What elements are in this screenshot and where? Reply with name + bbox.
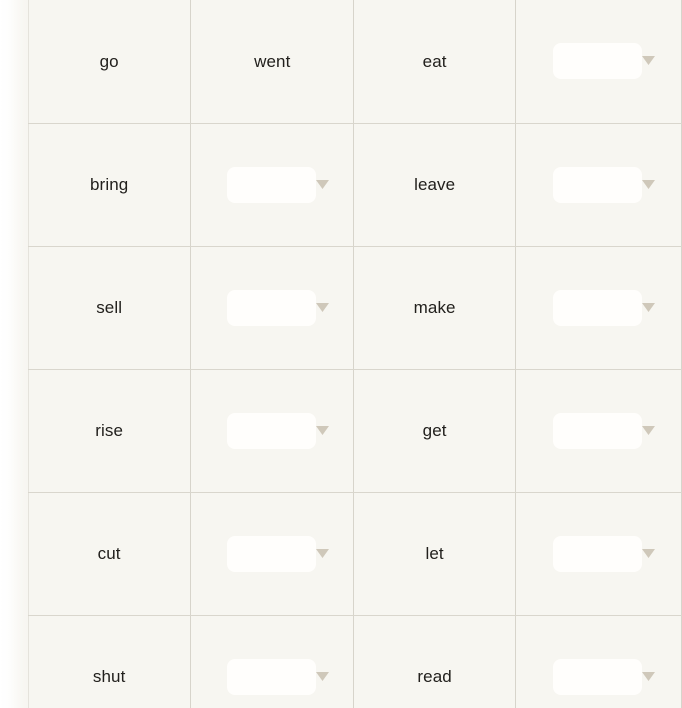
- verb-select-wrapper: [226, 412, 332, 449]
- verb-select-r4-c2[interactable]: [226, 412, 316, 449]
- table-scroll-viewport[interactable]: go went eat bring leave sell make rise get cut let…: [0, 0, 682, 708]
- verb-select-r3-c2[interactable]: [226, 289, 316, 326]
- chevron-down-icon: [640, 52, 657, 69]
- table-cell-select: [190, 615, 355, 708]
- cell-value: let: [425, 544, 444, 563]
- table-cell-select: [515, 615, 682, 708]
- table-cell-text: sell: [28, 246, 192, 370]
- verb-select-r6-c4[interactable]: [553, 658, 643, 695]
- table-cell-select: [190, 123, 355, 247]
- cell-value: go: [99, 51, 119, 71]
- table-cell-select: [515, 0, 682, 124]
- chevron-down-icon: [640, 422, 657, 439]
- verb-select-wrapper: [226, 658, 332, 695]
- verb-select-r3-c4[interactable]: [553, 289, 643, 326]
- table-cell-text: rise: [28, 369, 192, 493]
- table-cell-text: get: [353, 369, 517, 493]
- verb-table-body: go went eat bring leave sell make rise get cut let…: [28, 0, 682, 708]
- table-cell-text: let: [353, 492, 517, 616]
- verb-select-wrapper: [226, 166, 332, 203]
- table-row: bring leave: [28, 123, 682, 247]
- verb-select-r1-c4[interactable]: [553, 43, 643, 80]
- verb-table-page: go went eat bring leave sell make rise get cut let…: [0, 0, 682, 708]
- verb-select-wrapper: [226, 289, 332, 326]
- chevron-down-icon: [314, 176, 331, 193]
- chevron-down-icon: [640, 668, 657, 685]
- cell-value: leave: [414, 175, 456, 194]
- cell-value: get: [422, 421, 447, 440]
- table-row: rise get: [28, 369, 682, 493]
- verb-select-r4-c4[interactable]: [553, 412, 643, 449]
- table-row: go went eat: [28, 0, 682, 124]
- verb-select-r5-c4[interactable]: [553, 535, 643, 572]
- chevron-down-icon: [640, 176, 657, 193]
- verb-select-wrapper: [553, 43, 658, 80]
- verb-select-r6-c2[interactable]: [226, 658, 316, 695]
- chevron-down-icon: [314, 422, 331, 439]
- table-row: sell make: [28, 246, 682, 370]
- verb-select-wrapper: [553, 412, 658, 449]
- verb-select-wrapper: [553, 166, 658, 203]
- table-cell-text: cut: [28, 492, 192, 616]
- verb-select-wrapper: [226, 535, 332, 572]
- verb-select-r2-c4[interactable]: [553, 166, 643, 203]
- cell-value: rise: [95, 421, 124, 440]
- table-cell-select: [515, 246, 682, 370]
- cell-value: shut: [92, 667, 126, 686]
- chevron-down-icon: [314, 668, 331, 685]
- verb-conjugation-table: go went eat bring leave sell make rise get cut let…: [28, 0, 682, 708]
- cell-value: eat: [422, 51, 447, 71]
- cell-value: sell: [96, 298, 123, 317]
- verb-select-r5-c2[interactable]: [226, 535, 316, 572]
- table-cell-text: eat: [353, 0, 517, 124]
- chevron-down-icon: [640, 545, 657, 562]
- table-cell-select: [515, 369, 682, 493]
- table-cell-select: [190, 369, 355, 493]
- table-cell-text: make: [353, 246, 517, 370]
- cell-value: went: [254, 51, 291, 71]
- chevron-down-icon: [314, 545, 331, 562]
- cell-value: read: [417, 667, 452, 686]
- verb-select-r2-c2[interactable]: [226, 166, 316, 203]
- table-cell-text: bring: [28, 123, 192, 247]
- verb-select-wrapper: [553, 289, 658, 326]
- table-row: cut let: [28, 492, 682, 616]
- chevron-down-icon: [640, 299, 657, 316]
- table-cell-text: read: [353, 615, 517, 708]
- table-cell-select: [190, 246, 355, 370]
- table-row: shut read: [28, 615, 682, 708]
- table-cell-text: went: [190, 0, 355, 124]
- table-cell-text: go: [28, 0, 192, 124]
- table-cell-select: [515, 123, 682, 247]
- cell-value: bring: [90, 175, 129, 194]
- chevron-down-icon: [314, 299, 331, 316]
- table-cell-select: [190, 492, 355, 616]
- table-cell-select: [515, 492, 682, 616]
- cell-value: cut: [97, 544, 121, 563]
- verb-select-wrapper: [553, 535, 658, 572]
- table-cell-text: shut: [28, 615, 192, 708]
- table-cell-text: leave: [353, 123, 517, 247]
- verb-select-wrapper: [553, 658, 658, 695]
- cell-value: make: [413, 298, 456, 317]
